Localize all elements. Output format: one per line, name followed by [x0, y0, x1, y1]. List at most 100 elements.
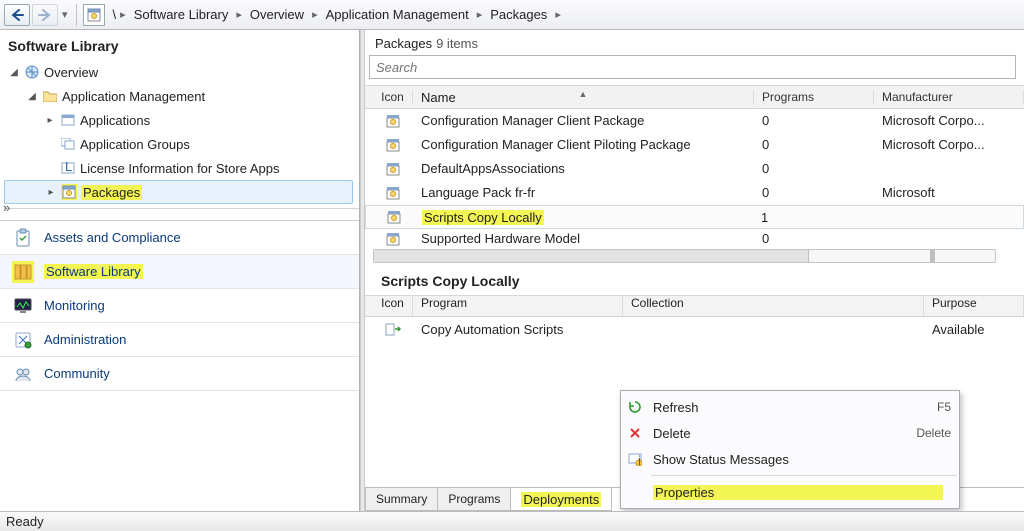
cell-programs: 0 [754, 161, 874, 176]
column-header-programs[interactable]: Programs [754, 90, 874, 104]
workspace-label: Software Library [44, 264, 143, 279]
breadcrumb-segment[interactable]: Application Management [320, 4, 475, 26]
package-icon [366, 210, 414, 224]
tab-programs[interactable]: Programs [438, 488, 511, 511]
tree-node-label: Application Management [62, 89, 205, 104]
tree-node-applications[interactable]: ▸ Applications [4, 108, 359, 132]
monitor-icon [12, 295, 34, 317]
workspace-software-library[interactable]: Software Library [0, 255, 359, 289]
search-row [365, 55, 1024, 85]
column-header-manufacturer[interactable]: Manufacturer [874, 90, 1024, 104]
tree-node-packages[interactable]: ▸ Packages [4, 180, 353, 204]
path-root-icon[interactable] [83, 4, 105, 26]
workspace-monitoring[interactable]: Monitoring [0, 289, 359, 323]
table-row[interactable]: Language Pack fr-fr 0 Microsoft [365, 181, 1024, 205]
column-header-name[interactable]: Name▲ [413, 90, 754, 105]
list-item-count: 9 items [436, 36, 478, 51]
workspace-label: Monitoring [44, 298, 105, 313]
workspace-community[interactable]: Community [0, 357, 359, 391]
packages-grid-header: Icon Name▲ Programs Manufacturer [365, 85, 1024, 109]
right-panel: Packages 9 items Icon Name▲ Programs Man… [365, 30, 1024, 511]
column-header-purpose[interactable]: Purpose [924, 296, 1024, 316]
package-icon [61, 184, 77, 200]
cell-name: DefaultAppsAssociations [413, 161, 754, 176]
context-menu-label: Properties [653, 485, 943, 500]
cell-programs: 0 [754, 185, 874, 200]
tab-deployments[interactable]: Deployments [511, 488, 612, 511]
package-icon [365, 114, 413, 128]
status-text: Ready [6, 514, 44, 529]
cell-program: Copy Automation Scripts [413, 322, 623, 337]
chevron-right-icon: ▸ [475, 8, 485, 21]
tree-node-overview[interactable]: ◢ Overview [4, 60, 359, 84]
cell-programs: 1 [753, 210, 873, 225]
package-icon [365, 232, 413, 246]
folder-icon [42, 88, 58, 104]
column-header-program[interactable]: Program [413, 296, 623, 316]
detail-title: Scripts Copy Locally [365, 263, 1024, 295]
collapse-icon[interactable]: ◢ [26, 91, 38, 102]
table-row[interactable]: Configuration Manager Client Package 0 M… [365, 109, 1024, 133]
context-menu-separator [651, 475, 957, 476]
forward-button[interactable] [32, 4, 58, 26]
table-row[interactable]: Scripts Copy Locally 1 [365, 205, 1024, 229]
cell-name: Supported Hardware Model [413, 231, 754, 246]
context-menu-properties[interactable]: Properties [621, 479, 959, 505]
globe-icon [24, 64, 40, 80]
deployment-row[interactable]: Copy Automation Scripts Available [365, 317, 1024, 341]
history-dropdown-icon[interactable]: ▾ [60, 8, 70, 21]
collapse-icon[interactable]: ◢ [8, 67, 20, 78]
cell-programs: 0 [754, 137, 874, 152]
chevron-right-icon: ▸ [553, 8, 563, 21]
tab-summary[interactable]: Summary [365, 488, 438, 511]
chevron-right-icon: ▸ [234, 8, 244, 21]
context-menu-refresh[interactable]: Refresh F5 [621, 394, 959, 420]
table-row[interactable]: Supported Hardware Model 0 [365, 229, 1024, 249]
back-button[interactable] [4, 4, 30, 26]
status-bar: Ready [0, 511, 1024, 531]
cell-name: Configuration Manager Client Piloting Pa… [413, 137, 754, 152]
horizontal-scrollbar[interactable] [373, 249, 996, 263]
breadcrumb-segment[interactable]: Packages [484, 4, 553, 26]
breadcrumb-segment[interactable]: Overview [244, 4, 310, 26]
context-menu-label: Refresh [653, 400, 929, 415]
separator [76, 4, 77, 26]
search-input[interactable] [369, 55, 1016, 79]
collapse-panel-icon[interactable]: » [3, 200, 10, 215]
license-icon: L [60, 160, 76, 176]
scrollbar-thumb[interactable] [374, 250, 809, 262]
workspace-label: Community [44, 366, 110, 381]
sort-asc-icon: ▲ [579, 89, 588, 99]
package-icon [365, 186, 413, 200]
tree-node-application-groups[interactable]: Application Groups [4, 132, 359, 156]
deployments-grid-header: Icon Program Collection Purpose [365, 295, 1024, 317]
expand-icon[interactable]: ▸ [45, 187, 57, 198]
cell-manufacturer: Microsoft Corpo... [874, 113, 1024, 128]
workspace-label: Administration [44, 332, 126, 347]
breadcrumb-segment[interactable]: Software Library [128, 4, 235, 26]
column-header-icon[interactable]: Icon [365, 296, 413, 316]
app-icon [60, 112, 76, 128]
svg-text:L: L [65, 162, 72, 174]
context-menu-show-status-messages[interactable]: i Show Status Messages [621, 446, 959, 472]
cell-manufacturer: Microsoft [874, 185, 1024, 200]
workspace-administration[interactable]: Administration [0, 323, 359, 357]
workspace-label: Assets and Compliance [44, 230, 181, 245]
breadcrumb-root-slash: \ [107, 7, 117, 22]
cell-name: Language Pack fr-fr [413, 185, 754, 200]
package-icon [87, 8, 101, 22]
app-group-icon [60, 136, 76, 152]
cell-name: Scripts Copy Locally [414, 210, 753, 225]
expand-icon[interactable]: ▸ [44, 115, 56, 126]
tree-node-application-management[interactable]: ◢ Application Management [4, 84, 359, 108]
column-header-collection[interactable]: Collection [623, 296, 924, 316]
table-row[interactable]: DefaultAppsAssociations 0 [365, 157, 1024, 181]
arrow-left-icon [10, 9, 24, 21]
tree-node-license-info[interactable]: L License Information for Store Apps [4, 156, 359, 180]
column-header-icon[interactable]: Icon [365, 90, 413, 104]
context-menu-delete[interactable]: Delete Delete [621, 420, 959, 446]
workspace-assets-compliance[interactable]: Assets and Compliance [0, 221, 359, 255]
cell-programs: 0 [754, 231, 874, 246]
breadcrumb: ▸ Software Library ▸ Overview ▸ Applicat… [118, 4, 563, 26]
table-row[interactable]: Configuration Manager Client Piloting Pa… [365, 133, 1024, 157]
